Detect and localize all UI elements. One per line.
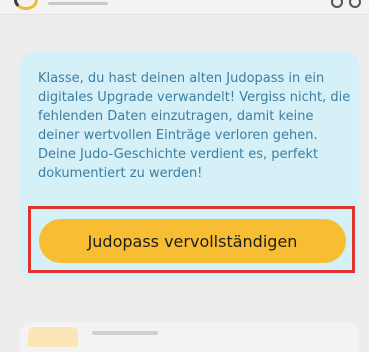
notification-icon[interactable] xyxy=(331,0,343,8)
top-app-bar xyxy=(0,0,369,15)
complete-judopass-button[interactable]: Judopass vervollständigen xyxy=(39,219,346,263)
app-logo-text xyxy=(48,2,108,5)
app-logo[interactable] xyxy=(14,0,38,10)
next-card-thumbnail xyxy=(28,327,78,347)
upgrade-info-message: Klasse, du hast deinen alten Judopass in… xyxy=(38,71,351,181)
next-card-title-placeholder xyxy=(92,331,158,335)
top-actions xyxy=(331,0,361,8)
profile-icon[interactable] xyxy=(349,0,361,8)
